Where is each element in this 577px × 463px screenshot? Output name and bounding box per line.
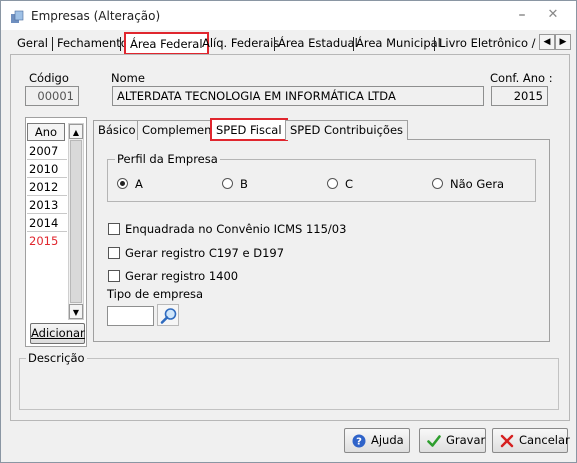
tab-scroll-right-button[interactable]: ▶ <box>555 34 571 50</box>
gravar-button[interactable]: Gravar <box>419 428 486 453</box>
radio-c-label[interactable]: C <box>345 177 353 191</box>
check-icon <box>427 435 441 447</box>
year-item-selected[interactable]: 2015 <box>27 232 67 250</box>
tab-separator <box>52 37 53 51</box>
close-button[interactable]: ✕ <box>546 8 560 22</box>
descricao-group[interactable] <box>19 358 559 410</box>
scroll-up-button[interactable]: ▲ <box>69 124 83 139</box>
descricao-legend: Descrição <box>26 351 87 365</box>
cancelar-label: Cancelar <box>519 433 570 447</box>
tab-livro-eletronico[interactable]: Livro Eletrônico / SF <box>439 34 543 54</box>
gravar-label: Gravar <box>446 433 486 447</box>
tab-separator <box>120 37 121 51</box>
radio-a[interactable] <box>117 178 128 189</box>
tab-scroll-left-button[interactable]: ◀ <box>539 34 555 50</box>
tab-sped-fiscal[interactable]: SPED Fiscal <box>210 118 288 141</box>
year-column-header[interactable]: Ano <box>27 123 65 141</box>
radio-c[interactable] <box>327 178 338 189</box>
magnifier-icon <box>160 308 177 324</box>
checkbox-registro-1400[interactable] <box>108 270 120 282</box>
ajuda-button[interactable]: ? Ajuda <box>344 428 410 453</box>
tab-separator <box>353 37 354 51</box>
radio-b[interactable] <box>222 178 233 189</box>
conf-ano-label: Conf. Ano : <box>490 71 553 85</box>
inner-tab-bar: Básico Complemento SPED Fiscal SPED Cont… <box>93 118 409 141</box>
scroll-down-button[interactable]: ▼ <box>69 304 83 319</box>
tab-area-federal[interactable]: Área Federal <box>124 32 209 55</box>
tab-separator <box>274 37 275 51</box>
radio-dot <box>120 181 125 186</box>
codigo-field: 00001 <box>25 86 79 106</box>
year-item[interactable]: 2013 <box>27 196 67 214</box>
radio-nao-gera[interactable] <box>432 178 443 189</box>
year-item[interactable]: 2012 <box>27 178 67 196</box>
codigo-label: Código <box>29 71 69 85</box>
tab-aliq-federais[interactable]: Alíq. Federais <box>202 34 279 54</box>
radio-a-label[interactable]: A <box>135 177 143 191</box>
window: Empresas (Alteração) – ✕ Geral Fechament… <box>0 0 577 463</box>
tab-sped-contribuicoes[interactable]: SPED Contribuições <box>285 120 409 140</box>
checkbox-c197-d197-label[interactable]: Gerar registro C197 e D197 <box>125 246 284 260</box>
radio-nao-gera-label[interactable]: Não Gera <box>450 177 504 191</box>
window-title: Empresas (Alteração) <box>31 9 161 23</box>
tab-separator <box>434 37 435 51</box>
tab-area-estadual[interactable]: Área Estadual <box>278 34 358 54</box>
radio-b-label[interactable]: B <box>240 177 248 191</box>
checkbox-registro-1400-label[interactable]: Gerar registro 1400 <box>125 269 238 283</box>
tab-geral[interactable]: Geral <box>17 34 48 54</box>
year-item[interactable]: 2010 <box>27 160 67 178</box>
checkbox-convenio-icms[interactable] <box>108 223 120 235</box>
nome-label: Nome <box>111 71 145 85</box>
checkbox-convenio-icms-label[interactable]: Enquadrada no Convênio ICMS 115/03 <box>125 222 346 236</box>
adicionar-label: Adicionar <box>31 326 85 340</box>
help-icon: ? <box>352 434 366 448</box>
tab-area-municipal[interactable]: Área Municipal <box>356 34 441 54</box>
cancelar-button[interactable]: Cancelar <box>492 428 570 453</box>
svg-text:?: ? <box>356 437 362 448</box>
ajuda-label: Ajuda <box>371 433 404 447</box>
tab-basico[interactable]: Básico <box>93 120 141 140</box>
top-tab-bar: Geral Fechamento Área Federal Alíq. Fede… <box>10 32 570 55</box>
year-item[interactable]: 2014 <box>27 214 67 232</box>
scroll-thumb[interactable] <box>70 140 82 303</box>
minimize-button[interactable]: – <box>515 8 529 22</box>
title-bar: Empresas (Alteração) – ✕ <box>1 1 576 30</box>
checkbox-c197-d197[interactable] <box>108 247 120 259</box>
tab-fechamento[interactable]: Fechamento <box>57 34 128 54</box>
cancel-x-icon <box>500 434 514 448</box>
year-item[interactable]: 2007 <box>27 142 67 160</box>
tab-scroll: ◀ ▶ <box>539 34 571 50</box>
conf-ano-field[interactable]: 2015 <box>491 86 548 106</box>
tipo-empresa-label: Tipo de empresa <box>107 287 204 301</box>
perfil-legend: Perfil da Empresa <box>115 152 220 166</box>
tipo-empresa-input[interactable] <box>107 306 154 326</box>
year-scrollbar[interactable]: ▲ ▼ <box>68 123 84 320</box>
app-icon <box>11 10 24 23</box>
tipo-empresa-search-button[interactable] <box>157 304 179 326</box>
adicionar-button[interactable]: Adicionar <box>30 323 85 344</box>
nome-field[interactable]: ALTERDATA TECNOLOGIA EM INFORMÁTICA LTDA <box>112 86 484 106</box>
